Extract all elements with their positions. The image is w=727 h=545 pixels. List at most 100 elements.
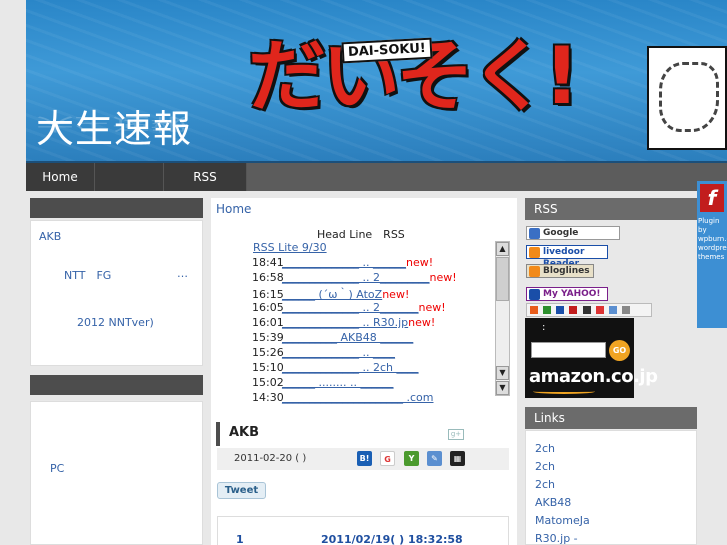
my-yahoo-button[interactable]: My YAHOO! bbox=[526, 287, 608, 301]
flash-plugin-notice[interactable]: f Plugin by wpburn.com wordpress themes bbox=[697, 181, 727, 328]
links-box: 2ch 2ch 2ch AKB48 MatomeJa R30.jp - bbox=[525, 430, 697, 545]
left-box-1: AKB NTT FG … 2012 NNTver) bbox=[30, 220, 203, 366]
post-date: 2011-02-20 ( ) bbox=[234, 453, 307, 464]
feed-row[interactable]: 16:15______ (´ω｀) AtoZnew! bbox=[252, 286, 410, 301]
link-item[interactable]: 2ch bbox=[535, 460, 555, 473]
feed-link[interactable]: ______________ .. 2_________ bbox=[282, 271, 430, 284]
link-item[interactable]: AKB48 bbox=[535, 496, 571, 509]
left-ellipsis: … bbox=[177, 267, 188, 280]
post-meta: 2011-02-20 ( ) B! G Y ✎ ▦ bbox=[217, 448, 509, 470]
feed-time: 16:01 bbox=[252, 316, 284, 329]
delicious-icon[interactable]: ▦ bbox=[450, 451, 465, 466]
feed-time: 15:02 bbox=[252, 376, 284, 389]
feed-link[interactable]: ______ (´ω｀) AtoZ bbox=[282, 288, 382, 301]
feed-title: Head Line RSS bbox=[317, 228, 405, 241]
feed-link[interactable]: ______________________ .com bbox=[282, 391, 434, 404]
nav-item-blank[interactable] bbox=[95, 163, 164, 191]
feed-row[interactable]: 18:41______________ .. ______new! bbox=[252, 256, 433, 270]
feed-link[interactable]: ______________ .. 2ch ____ bbox=[282, 361, 419, 374]
feed-row[interactable]: 15:39__________ AKB48 ______ bbox=[252, 331, 413, 345]
bookmark-icon[interactable] bbox=[556, 306, 565, 314]
bookmark-icons-row[interactable] bbox=[526, 303, 652, 317]
feed-link[interactable]: ______ ........ .. ______ bbox=[282, 376, 393, 389]
left-link-2012[interactable]: 2012 NNTver) bbox=[77, 316, 154, 329]
post-body: 1 2011/02/19( ) 18:32:58 bbox=[217, 516, 509, 545]
bookmark-icon[interactable] bbox=[569, 306, 578, 314]
feed-time: 15:39 bbox=[252, 331, 284, 344]
link-item[interactable]: R30.jp - bbox=[535, 532, 578, 545]
bookmark-icon[interactable] bbox=[608, 306, 617, 314]
breadcrumb-home[interactable]: Home bbox=[216, 202, 251, 216]
site-header-banner[interactable]: 大生速報 大生速報 だいそく! DAI-SOKU! bbox=[26, 0, 727, 163]
feed-link[interactable]: ______________ .. ______ bbox=[282, 256, 406, 269]
plus-icon bbox=[529, 289, 540, 300]
feed-link[interactable]: ______________ .. ____ bbox=[282, 346, 395, 359]
left-link-akb[interactable]: AKB bbox=[39, 230, 61, 243]
nav-rss[interactable]: RSS bbox=[164, 163, 247, 191]
amazon-go-button[interactable]: GO bbox=[609, 340, 630, 361]
main-nav: Home RSS bbox=[26, 163, 727, 191]
livedoor-reader-button[interactable]: livedoor Reader bbox=[526, 245, 608, 269]
link-item[interactable]: MatomeJa bbox=[535, 514, 590, 527]
site-title-reflection: 大生速報 bbox=[36, 114, 189, 134]
amazon-search-widget: : GO amazon.co.jp bbox=[525, 318, 658, 398]
bookmark-icon[interactable] bbox=[582, 306, 591, 314]
left-box-header-1 bbox=[30, 198, 203, 218]
feed-link[interactable]: ______________ .. R30.jp bbox=[282, 316, 408, 329]
bookmark-icon[interactable] bbox=[543, 306, 552, 314]
feed-new-badge: new! bbox=[382, 288, 410, 301]
nav-home[interactable]: Home bbox=[26, 163, 95, 191]
feed-row[interactable]: 14:30______________________ .com bbox=[252, 391, 434, 405]
main-content: Home Head Line RSS RSS Lite 9/30 18:41__… bbox=[211, 198, 517, 545]
amazon-search-input[interactable] bbox=[531, 342, 606, 358]
feed-row[interactable]: 16:05______________ .. 2_______new! bbox=[252, 301, 446, 315]
feed-time: 16:58 bbox=[252, 271, 284, 284]
link-item[interactable]: 2ch bbox=[535, 478, 555, 491]
amazon-logo[interactable]: amazon.co.jp bbox=[529, 366, 658, 387]
search-label: : bbox=[542, 322, 546, 333]
feed-time: 18:41 bbox=[252, 256, 284, 269]
comment-number: 1 bbox=[236, 533, 244, 545]
post-title[interactable]: AKB bbox=[229, 425, 259, 440]
link-item[interactable]: 2ch bbox=[535, 442, 555, 455]
feed-row[interactable]: 16:01______________ .. R30.jpnew! bbox=[252, 316, 435, 330]
gplus-icon[interactable]: g+ bbox=[448, 429, 464, 440]
flash-icon: f bbox=[700, 184, 724, 212]
bloglines-button[interactable]: Bloglines bbox=[526, 264, 594, 278]
feed-new-badge: new! bbox=[429, 271, 457, 284]
scroll-down-icon[interactable]: ▼ bbox=[496, 366, 509, 380]
bookmark-icon[interactable] bbox=[621, 306, 630, 314]
left-box-2: PC bbox=[30, 401, 203, 545]
left-link-pc[interactable]: PC bbox=[50, 462, 64, 475]
left-link-ntt[interactable]: NTT FG bbox=[64, 267, 111, 283]
feed-time: 15:10 bbox=[252, 361, 284, 374]
scroll-down-icon-2[interactable]: ▼ bbox=[496, 381, 509, 395]
feed-time: 15:26 bbox=[252, 346, 284, 359]
feed-time: 16:15 bbox=[252, 288, 284, 301]
bookmark-icon[interactable] bbox=[595, 306, 604, 314]
feed-row[interactable]: 15:26______________ .. ____ bbox=[252, 346, 395, 360]
scroll-thumb[interactable] bbox=[496, 257, 509, 301]
left-box-header-2 bbox=[30, 375, 203, 395]
feed-row[interactable]: 15:02______ ........ .. ______ bbox=[252, 376, 393, 390]
feed-lite-link[interactable]: RSS Lite 9/30 bbox=[253, 241, 327, 254]
feed-time: 16:05 bbox=[252, 301, 284, 314]
bookmark-icon[interactable] bbox=[530, 306, 538, 314]
add-to-google-button[interactable]: Google bbox=[526, 226, 620, 240]
feed-row[interactable]: 16:58______________ .. 2_________new! bbox=[252, 271, 457, 285]
post-header: AKB g+ bbox=[216, 422, 508, 446]
scroll-up-icon[interactable]: ▲ bbox=[496, 242, 509, 256]
hatena-bookmark-icon[interactable]: B! bbox=[357, 451, 372, 466]
feed-new-badge: new! bbox=[418, 301, 446, 314]
feed-row[interactable]: 15:10______________ .. 2ch ____ bbox=[252, 361, 419, 375]
tweet-button[interactable]: Tweet bbox=[217, 482, 266, 499]
plus-icon bbox=[529, 228, 540, 239]
yahoo-bookmark-icon[interactable]: Y bbox=[404, 451, 419, 466]
feed-link[interactable]: ______________ .. 2_______ bbox=[282, 301, 419, 314]
feed-scrollbar[interactable]: ▲ ▼ ▼ bbox=[495, 241, 510, 396]
feed-link[interactable]: __________ AKB48 ______ bbox=[282, 331, 413, 344]
feed-new-badge: new! bbox=[406, 256, 434, 269]
google-bookmark-icon[interactable]: G bbox=[380, 451, 395, 466]
livedoor-clip-icon[interactable]: ✎ bbox=[427, 451, 442, 466]
rss-icon bbox=[529, 266, 540, 277]
